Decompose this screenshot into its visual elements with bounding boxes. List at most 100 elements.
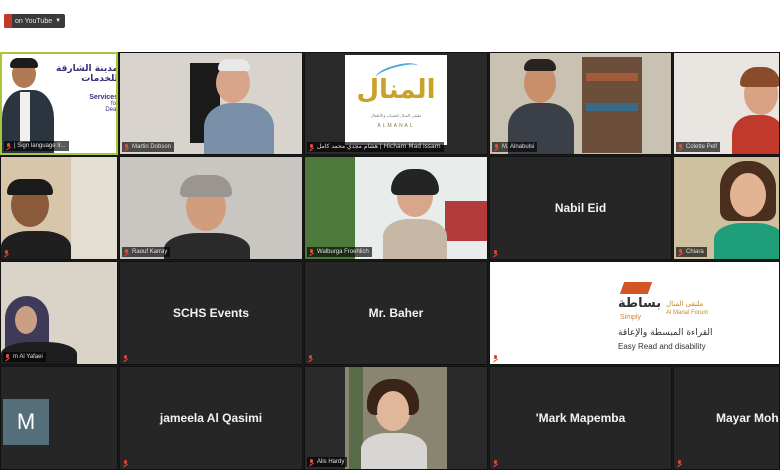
participant-name: Colette Pelf <box>686 144 718 150</box>
participant-name-label: | Sign language Ir... <box>4 141 69 151</box>
participant-face <box>377 391 409 431</box>
video-tile-m-avatar[interactable]: M <box>0 366 118 470</box>
muted-mic-icon <box>124 144 129 150</box>
participant-name: Raouf Karray <box>132 249 168 255</box>
participant-name-label: Raouf Karray <box>122 247 171 257</box>
video-gallery: مدينة الشارقة للخدمات Services for Deaf … <box>0 52 780 470</box>
participant-hair <box>7 179 53 195</box>
video-tile-al-yafaei[interactable]: m Al Yafaei <box>0 261 118 365</box>
participant-hair <box>10 58 38 68</box>
video-tile-alnabulsi[interactable]: M. Alnabulsi <box>489 52 672 155</box>
youtube-chip-label: on YouTube <box>15 17 53 25</box>
video-tile-walburga[interactable]: Walburga Froehlich <box>304 156 488 260</box>
muted-mic-icon <box>677 460 682 466</box>
muted-mic-icon <box>493 250 498 256</box>
muted-mic-icon <box>5 354 10 360</box>
muted-mic-icon <box>4 250 9 256</box>
forum-title-english: Al Manal Forum <box>666 310 709 316</box>
video-tile-almanal-forum[interactable]: بساطة Simply ملتقى المنال Al Manal Forum… <box>489 261 780 365</box>
youtube-live-chip[interactable]: on YouTube ▼ <box>4 14 66 28</box>
video-tile-chiara[interactable]: Chiara <box>673 156 780 260</box>
participant-name-label: هشام مجدي محمد كامل | Hicham Mad Issam <box>307 142 444 152</box>
participant-name: Martin Dobson <box>132 144 172 150</box>
muted-mic-icon <box>678 144 683 150</box>
muted-mic-icon <box>123 460 128 466</box>
chevron-down-icon: ▼ <box>55 18 62 24</box>
participant-name-center: Mayar Moh <box>716 411 779 425</box>
live-indicator-icon <box>4 14 12 28</box>
almanal-logo-arabic: المنال <box>356 75 436 105</box>
muted-mic-icon <box>678 249 683 255</box>
simply-book-icon <box>619 282 653 294</box>
participant-body <box>732 115 779 154</box>
participant-name: m Al Yafaei <box>13 354 43 360</box>
participant-name: Alis Hardy <box>317 459 345 465</box>
forum-brand-arabic: بساطة <box>618 296 662 311</box>
video-tile-mr-baher[interactable]: Mr. Baher <box>304 261 488 365</box>
muted-mic-icon <box>308 355 313 361</box>
video-tile-jameela[interactable]: jameela Al Qasimi <box>119 366 303 470</box>
muted-mic-icon <box>494 144 499 150</box>
forum-line-arabic: القراءة المبسطة والإعاقة <box>618 328 713 338</box>
forum-line-english: Easy Read and disability <box>618 342 706 351</box>
participant-hair <box>218 59 250 71</box>
sign-services-text: Services <box>89 94 118 101</box>
participant-name-label: Colette Pelf <box>676 142 721 152</box>
muted-mic-icon <box>124 249 129 255</box>
participant-body <box>204 103 274 154</box>
participant-body <box>383 219 447 259</box>
participant-name: هشام مجدي محمد كامل | Hicham Mad Issam <box>317 143 441 150</box>
video-tile-mayar[interactable]: Mayar Moh <box>673 366 780 470</box>
participant-name-center: SCHS Events <box>172 306 250 320</box>
participant-name-label: Martin Dobson <box>122 142 175 152</box>
muted-mic-icon <box>6 143 11 149</box>
forum-brand-english: Simply <box>620 314 642 321</box>
video-tile-nabil-eid[interactable]: Nabil Eid <box>489 156 672 260</box>
books-row <box>586 103 638 111</box>
video-tile-schs-events[interactable]: SCHS Events <box>119 261 303 365</box>
video-tile-mark-mapemba[interactable]: 'Mark Mapemba <box>489 366 672 470</box>
participant-body <box>1 231 71 259</box>
almanal-logo-subtitle: ملتقى المنال للشباب والأطفال <box>370 113 422 118</box>
video-tile-participant-woman[interactable] <box>0 156 118 260</box>
muted-mic-icon <box>309 144 314 150</box>
participant-name: Chiara <box>686 249 704 255</box>
sign-title-arabic: مدينة الشارقة للخدمات <box>56 64 118 84</box>
headset-icon <box>391 169 439 195</box>
participant-name-label: Walburga Froehlich <box>307 247 372 257</box>
almanal-logo-english: ALMANAL <box>377 123 415 129</box>
participant-hair <box>180 175 232 197</box>
video-tile-colette[interactable]: Colette Pelf <box>673 52 780 155</box>
video-tile-raouf-karray[interactable]: Raouf Karray <box>119 156 303 260</box>
participant-name-center: Mr. Baher <box>368 306 424 320</box>
background-door <box>71 157 117 259</box>
participant-name-label: m Al Yafaei <box>3 352 46 362</box>
participant-face <box>730 173 766 217</box>
video-tile-sign-language[interactable]: مدينة الشارقة للخدمات Services for Deaf … <box>0 52 118 155</box>
participant-body <box>164 233 250 259</box>
muted-mic-icon <box>123 355 128 361</box>
avatar: M <box>3 399 49 445</box>
video-tile-alis-hardy[interactable]: Alis Hardy <box>304 366 488 470</box>
participant-name: Walburga Froehlich <box>317 249 369 255</box>
participant-name-center: Nabil Eid <box>554 201 607 215</box>
participant-name-center: jameela Al Qasimi <box>159 411 263 425</box>
participant-shirt <box>20 92 30 142</box>
sign-deaf-text: Deaf <box>105 107 118 113</box>
video-tile-hicham[interactable]: المنال ملتقى المنال للشباب والأطفال ALMA… <box>304 52 488 155</box>
participant-hair <box>740 67 779 87</box>
muted-mic-icon <box>493 355 498 361</box>
participant-name-label: Alis Hardy <box>307 457 348 467</box>
red-chair <box>445 201 487 241</box>
books-row <box>586 73 638 81</box>
muted-mic-icon <box>309 459 314 465</box>
participant-body <box>361 433 427 469</box>
participant-name-label: Chiara <box>676 247 707 257</box>
participant-name: | Sign language Ir... <box>14 143 66 149</box>
almanal-logo-card: المنال ملتقى المنال للشباب والأطفال ALMA… <box>345 55 447 145</box>
video-tile-martin-dobson[interactable]: Martin Dobson <box>119 52 303 155</box>
participant-name: M. Alnabulsi <box>502 144 535 150</box>
top-bar: on YouTube ▼ <box>0 0 780 52</box>
forum-title-arabic: ملتقى المنال <box>666 300 704 308</box>
participant-face <box>15 306 37 334</box>
